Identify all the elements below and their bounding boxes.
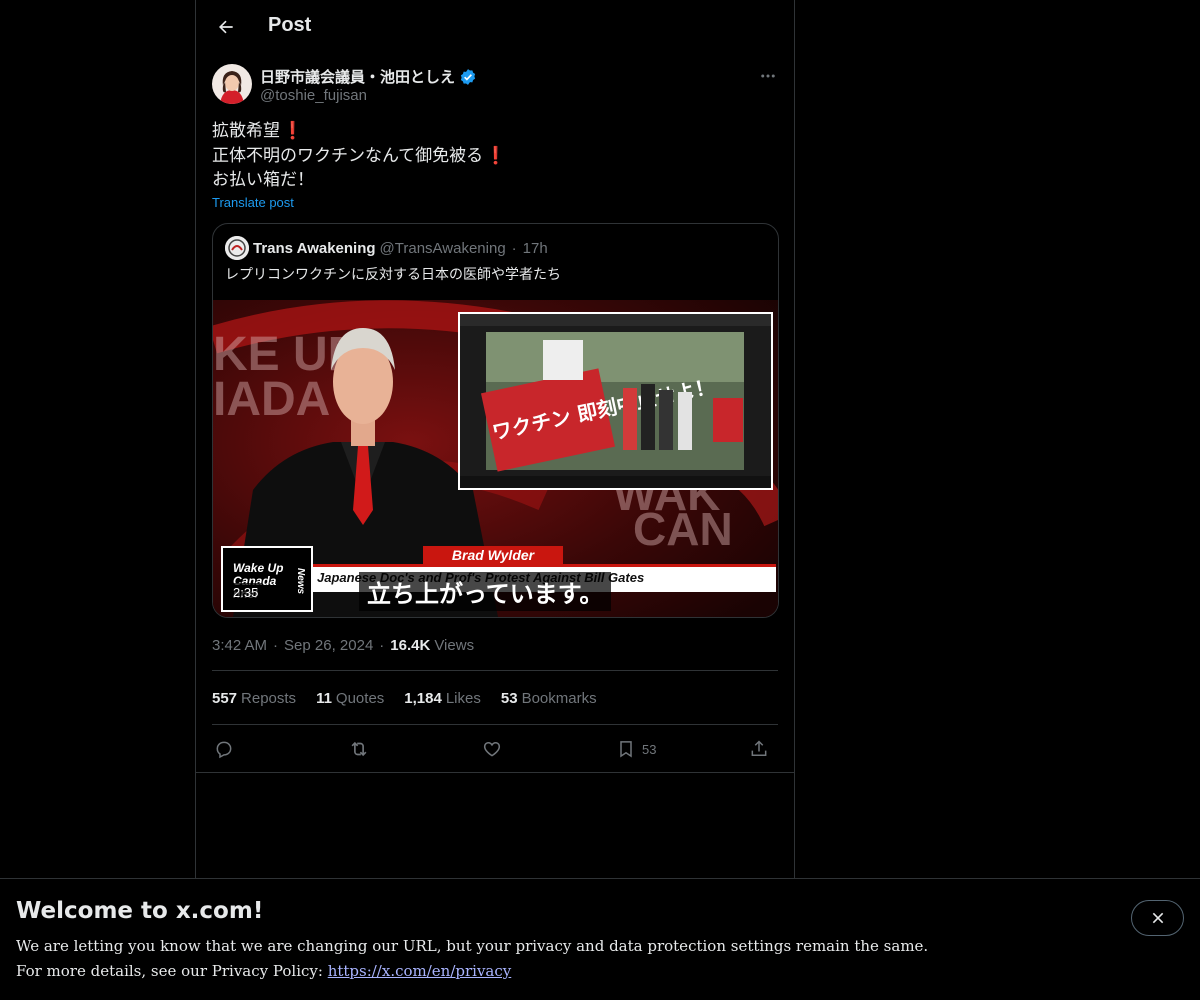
channel-logo-news: News xyxy=(295,568,306,595)
quotes-label: Quotes xyxy=(335,690,385,707)
bookmarks-count: 53 xyxy=(500,690,518,707)
post-date[interactable]: Sep 26, 2024 xyxy=(284,637,373,654)
url-change-banner: Welcome to x.com! We are letting you kno… xyxy=(0,878,1200,1000)
quoted-timestamp[interactable]: 17h xyxy=(523,240,548,257)
svg-text:CAN: CAN xyxy=(633,503,733,555)
views-label: Views xyxy=(434,637,475,654)
views-count: 16.4K xyxy=(390,637,431,654)
repost-icon xyxy=(351,741,367,757)
bookmark-count: 53 xyxy=(642,741,657,757)
more-icon xyxy=(761,74,775,78)
likes-count: 1,184 xyxy=(404,690,442,707)
more-options-button[interactable] xyxy=(756,64,780,88)
quoted-avatar-image xyxy=(225,236,249,260)
repost-button[interactable] xyxy=(348,735,370,763)
exclamation-mark: ❗ xyxy=(485,145,507,166)
heart-icon xyxy=(483,741,501,757)
post-line-text: お払い箱だ！ xyxy=(212,170,314,190)
share-icon xyxy=(751,740,767,756)
speaker-nameplate: Brad Wylder xyxy=(423,546,563,564)
verified-badge-icon xyxy=(459,68,477,86)
action-bar: 53 xyxy=(212,735,778,763)
exclamation-mark: ❗ xyxy=(282,121,304,141)
translate-post-link[interactable]: Translate post xyxy=(212,195,294,210)
author-name[interactable]: 日野市議会議員・池田としえ xyxy=(260,66,477,87)
post-line: 正体不明のワクチンなんて御免被る ❗ xyxy=(212,144,506,169)
quoted-author-handle[interactable]: @TransAwakening xyxy=(380,240,506,257)
post-meta: 3:42 AM · Sep 26, 2024 · 16.4K Views xyxy=(212,637,474,654)
quotes-stat[interactable]: 11 Quotes xyxy=(316,690,384,707)
post-line-text: 正体不明のワクチンなんて御免被る xyxy=(212,145,484,166)
author-handle[interactable]: @toshie_fujisan xyxy=(260,87,367,104)
close-icon xyxy=(1152,912,1163,924)
reply-icon xyxy=(216,741,232,759)
quoted-post[interactable]: Trans Awakening @TransAwakening · 17h レプ… xyxy=(212,223,779,618)
bookmark-icon xyxy=(620,741,632,758)
quoted-avatar[interactable] xyxy=(225,236,249,260)
quoted-post-header: Trans Awakening @TransAwakening · 17h xyxy=(225,236,548,260)
likes-stat[interactable]: 1,184 Likes xyxy=(404,690,481,707)
likes-label: Likes xyxy=(445,690,481,707)
video-player[interactable]: KE UP IADA WAK CAN ワクチン 即刻中止せよ！ Wake Up … xyxy=(213,300,778,617)
share-button[interactable] xyxy=(749,735,769,763)
divider xyxy=(212,724,778,725)
separator-dot: · xyxy=(379,637,385,654)
reposts-count: 557 xyxy=(212,690,238,707)
header: Post xyxy=(196,0,794,54)
arrow-left-icon xyxy=(219,20,233,34)
banner-details: For more details, see our Privacy Policy… xyxy=(16,962,511,980)
separator-dot: · xyxy=(273,637,279,654)
bookmarks-stat[interactable]: 53 Bookmarks xyxy=(501,690,597,707)
back-button[interactable] xyxy=(208,9,244,45)
quotes-count: 11 xyxy=(316,690,332,707)
video-subtitle: 立ち上がっています。 xyxy=(359,572,612,611)
banner-title: Welcome to x.com! xyxy=(16,898,264,924)
close-banner-button[interactable] xyxy=(1131,900,1184,936)
separator-dot: · xyxy=(511,239,517,257)
post-line: お払い箱だ！ xyxy=(212,168,506,193)
svg-text:IADA: IADA xyxy=(213,373,330,426)
banner-details-text: For more details, see our Privacy Policy… xyxy=(16,962,328,980)
reply-button[interactable] xyxy=(214,735,234,763)
divider xyxy=(196,772,794,773)
post-line-text: 拡散希望 xyxy=(212,121,280,141)
page-title: Post xyxy=(268,14,312,36)
main-column: Post 日野市議会議員・池田としえ @toshie_fujisan 拡散希望 … xyxy=(195,0,795,1000)
post-text: 拡散希望 ❗ 正体不明のワクチンなんて御免被る ❗ お払い箱だ！ xyxy=(212,119,506,193)
video-duration: 2:35 xyxy=(227,583,265,602)
reposts-label: Reposts xyxy=(241,690,297,707)
banner-message: We are letting you know that we are chan… xyxy=(16,937,929,955)
quoted-author-name[interactable]: Trans Awakening xyxy=(253,240,376,257)
bookmarks-label: Bookmarks xyxy=(521,690,597,707)
channel-logo: Wake Up Canada nnel News xyxy=(221,546,313,612)
post-time[interactable]: 3:42 AM xyxy=(212,637,267,654)
bookmark-button[interactable]: 53 xyxy=(616,735,656,763)
avatar[interactable] xyxy=(212,64,252,104)
author-name-text: 日野市議会議員・池田としえ xyxy=(260,69,456,86)
like-button[interactable] xyxy=(482,735,502,763)
quoted-post-text: レプリコンワクチンに反対する日本の医師や学者たち xyxy=(225,267,561,283)
avatar-image xyxy=(212,64,252,104)
privacy-policy-link[interactable]: https://x.com/en/privacy xyxy=(328,962,512,980)
post-line: 拡散希望 ❗ xyxy=(212,119,506,144)
divider xyxy=(212,670,778,671)
reposts-stat[interactable]: 557 Reposts xyxy=(212,690,296,707)
engagement-stats: 557 Reposts 11 Quotes 1,184 Likes 53 Bookmar… xyxy=(212,690,597,707)
